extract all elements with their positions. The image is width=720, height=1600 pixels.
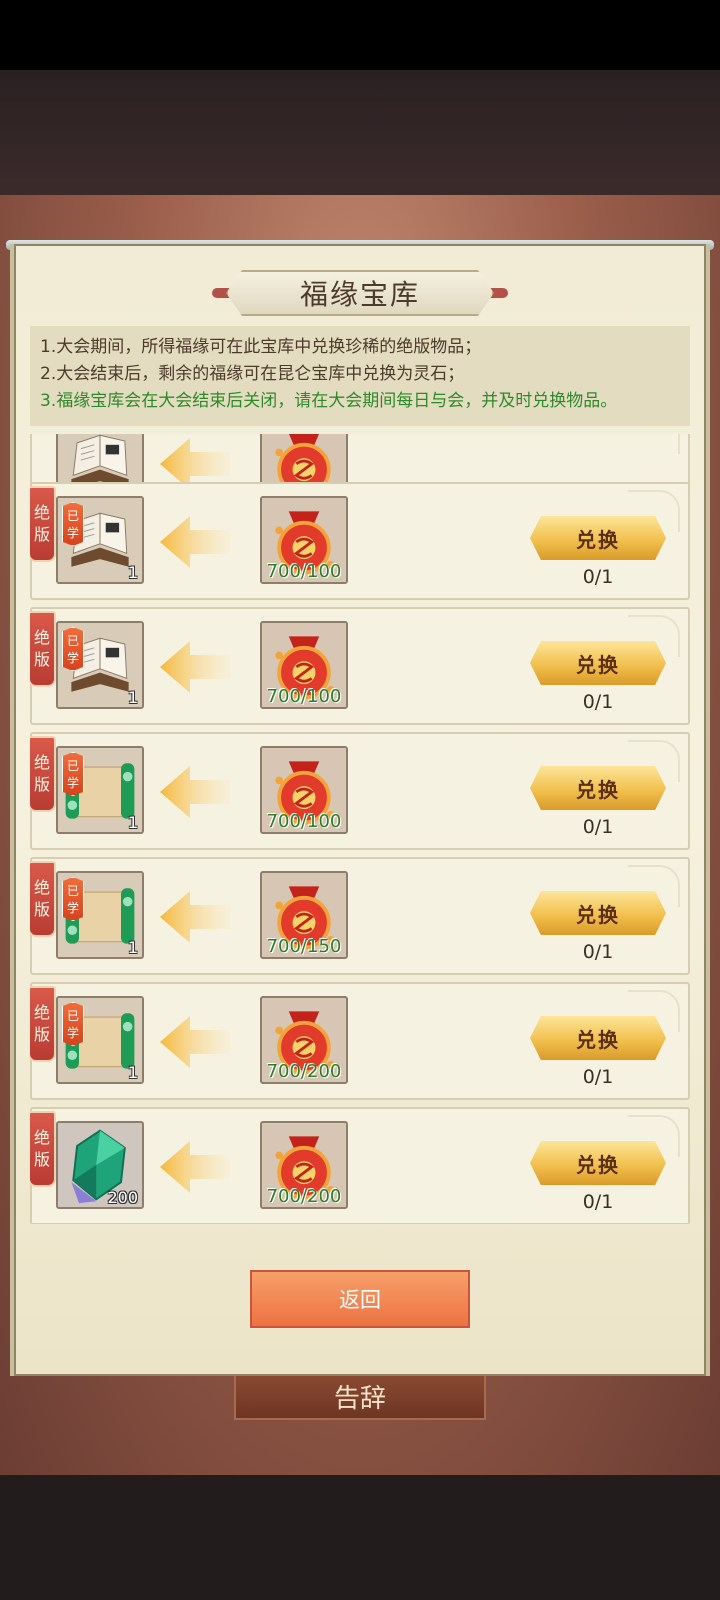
learned-char: 已 xyxy=(66,759,79,773)
learned-char: 已 xyxy=(66,509,79,523)
cost-amount: 700/100 xyxy=(266,811,342,832)
dialog-title: 福缘宝库 xyxy=(299,278,420,311)
title-plate: 福缘宝库 xyxy=(226,270,494,316)
back-button[interactable]: 返回 xyxy=(250,1270,470,1328)
tag-char: 版 xyxy=(33,1025,50,1044)
tag-char: 绝 xyxy=(33,878,50,897)
out-of-print-tag: 绝版 xyxy=(30,861,56,937)
tag-char: 版 xyxy=(33,775,50,794)
cost-item-slot[interactable]: 700/200 xyxy=(260,996,348,1084)
out-of-print-tag: 绝版 xyxy=(30,486,56,562)
exchange-button[interactable]: 兑换 xyxy=(530,891,666,935)
reward-item-slot[interactable]: 已学 1 xyxy=(56,496,144,584)
reward-item-slot[interactable]: 已学 1 xyxy=(56,996,144,1084)
cost-item-slot[interactable]: 700/100 xyxy=(260,746,348,834)
exchange-limit: 0/1 xyxy=(582,1066,614,1088)
cost-amount: 700/150 xyxy=(266,936,342,957)
exchange-button[interactable]: 兑换 xyxy=(530,766,666,810)
notice-line: 1.大会期间，所得福缘可在此宝库中兑换珍稀的绝版物品； xyxy=(40,337,482,357)
exchange-button[interactable]: 兑换 xyxy=(530,1016,666,1060)
tag-char: 绝 xyxy=(33,753,50,772)
arrow-left-icon xyxy=(160,514,230,570)
farewell-button[interactable]: 告辞 xyxy=(234,1372,486,1420)
arrow-left-icon xyxy=(160,764,230,820)
notice-line-highlight: 3.福缘宝库会在大会结束后关闭，请在大会期间每日与会，并及时兑换物品。 xyxy=(40,391,618,411)
exchange-list[interactable]: 1700/1000/1绝版已学1700/100兑换0/1绝版已学1700/100… xyxy=(30,434,690,1224)
exchange-limit: 0/1 xyxy=(582,816,614,838)
tag-char: 绝 xyxy=(33,1003,50,1022)
cost-item-slot[interactable]: 700/100 xyxy=(260,621,348,709)
arrow-left-icon xyxy=(160,1014,230,1070)
reward-item-slot[interactable]: 已学 1 xyxy=(56,621,144,709)
cost-item-slot[interactable]: 700/100 xyxy=(260,496,348,584)
item-quantity: 1 xyxy=(127,813,138,832)
tag-char: 版 xyxy=(33,650,50,669)
arrow-left-icon xyxy=(160,1139,230,1195)
notice-box: 1.大会期间，所得福缘可在此宝库中兑换珍稀的绝版物品； 2.大会结束后，剩余的福… xyxy=(30,326,690,426)
learned-badge: 已学 xyxy=(62,877,84,921)
item-quantity: 1 xyxy=(127,938,138,957)
learned-badge: 已学 xyxy=(62,627,84,671)
exchange-button[interactable]: 兑换 xyxy=(530,641,666,685)
item-quantity: 1 xyxy=(127,563,138,582)
tag-char: 绝 xyxy=(33,503,50,522)
exchange-row: 绝版已学 1 700/200 兑换 0/1 xyxy=(30,982,690,1100)
tag-char: 版 xyxy=(33,900,50,919)
reward-item-slot[interactable]: 已学 1 xyxy=(56,871,144,959)
exchange-limit: 0/1 xyxy=(582,566,614,588)
item-quantity: 1 xyxy=(127,1063,138,1082)
exchange-row: 绝版 200 700/200 兑换 0/1 xyxy=(30,1107,690,1224)
tag-char: 版 xyxy=(33,525,50,544)
item-quantity: 200 xyxy=(107,1188,138,1207)
learned-char: 学 xyxy=(66,526,79,540)
learned-char: 学 xyxy=(66,651,79,665)
learned-char: 已 xyxy=(66,634,79,648)
learned-char: 学 xyxy=(66,1026,79,1040)
cost-item-slot[interactable]: 700/200 xyxy=(260,1121,348,1209)
tag-char: 绝 xyxy=(33,1128,50,1147)
learned-badge: 已学 xyxy=(62,752,84,796)
bottom-area xyxy=(0,1475,720,1600)
item-quantity: 1 xyxy=(127,688,138,707)
learned-badge: 已学 xyxy=(62,502,84,546)
out-of-print-tag: 绝版 xyxy=(30,1111,56,1187)
tag-char: 绝 xyxy=(33,628,50,647)
exchange-row: 绝版已学 1 700/100 兑换 0/1 xyxy=(30,732,690,850)
arrow-left-icon xyxy=(160,889,230,945)
reward-item-slot[interactable]: 已学 1 xyxy=(56,746,144,834)
learned-badge: 已学 xyxy=(62,1002,84,1046)
learned-char: 已 xyxy=(66,884,79,898)
status-bar xyxy=(0,0,720,70)
cost-amount: 700/200 xyxy=(266,1186,342,1207)
learned-char: 已 xyxy=(66,1009,79,1023)
cost-amount: 700/100 xyxy=(266,686,342,707)
cost-amount: 700/100 xyxy=(266,561,342,582)
tag-char: 版 xyxy=(33,1150,50,1169)
arrow-left-icon xyxy=(160,639,230,695)
exchange-limit: 0/1 xyxy=(582,691,614,713)
out-of-print-tag: 绝版 xyxy=(30,736,56,812)
cost-amount: 700/200 xyxy=(266,1061,342,1082)
exchange-limit: 0/1 xyxy=(582,1191,614,1213)
reward-item-slot[interactable]: 200 xyxy=(56,1121,144,1209)
out-of-print-tag: 绝版 xyxy=(30,986,56,1062)
exchange-row: 绝版已学 1 700/100 兑换 0/1 xyxy=(30,482,690,600)
notice-line: 2.大会结束后，剩余的福缘可在昆仑宝库中兑换为灵石； xyxy=(40,364,465,384)
cost-item-slot[interactable]: 700/150 xyxy=(260,871,348,959)
exchange-limit: 0/1 xyxy=(582,941,614,963)
exchange-button[interactable]: 兑换 xyxy=(530,516,666,560)
learned-char: 学 xyxy=(66,776,79,790)
exchange-row: 绝版已学 1 700/150 兑换 0/1 xyxy=(30,857,690,975)
exchange-button[interactable]: 兑换 xyxy=(530,1141,666,1185)
learned-char: 学 xyxy=(66,901,79,915)
exchange-row: 绝版已学 1 700/100 兑换 0/1 xyxy=(30,607,690,725)
out-of-print-tag: 绝版 xyxy=(30,611,56,687)
